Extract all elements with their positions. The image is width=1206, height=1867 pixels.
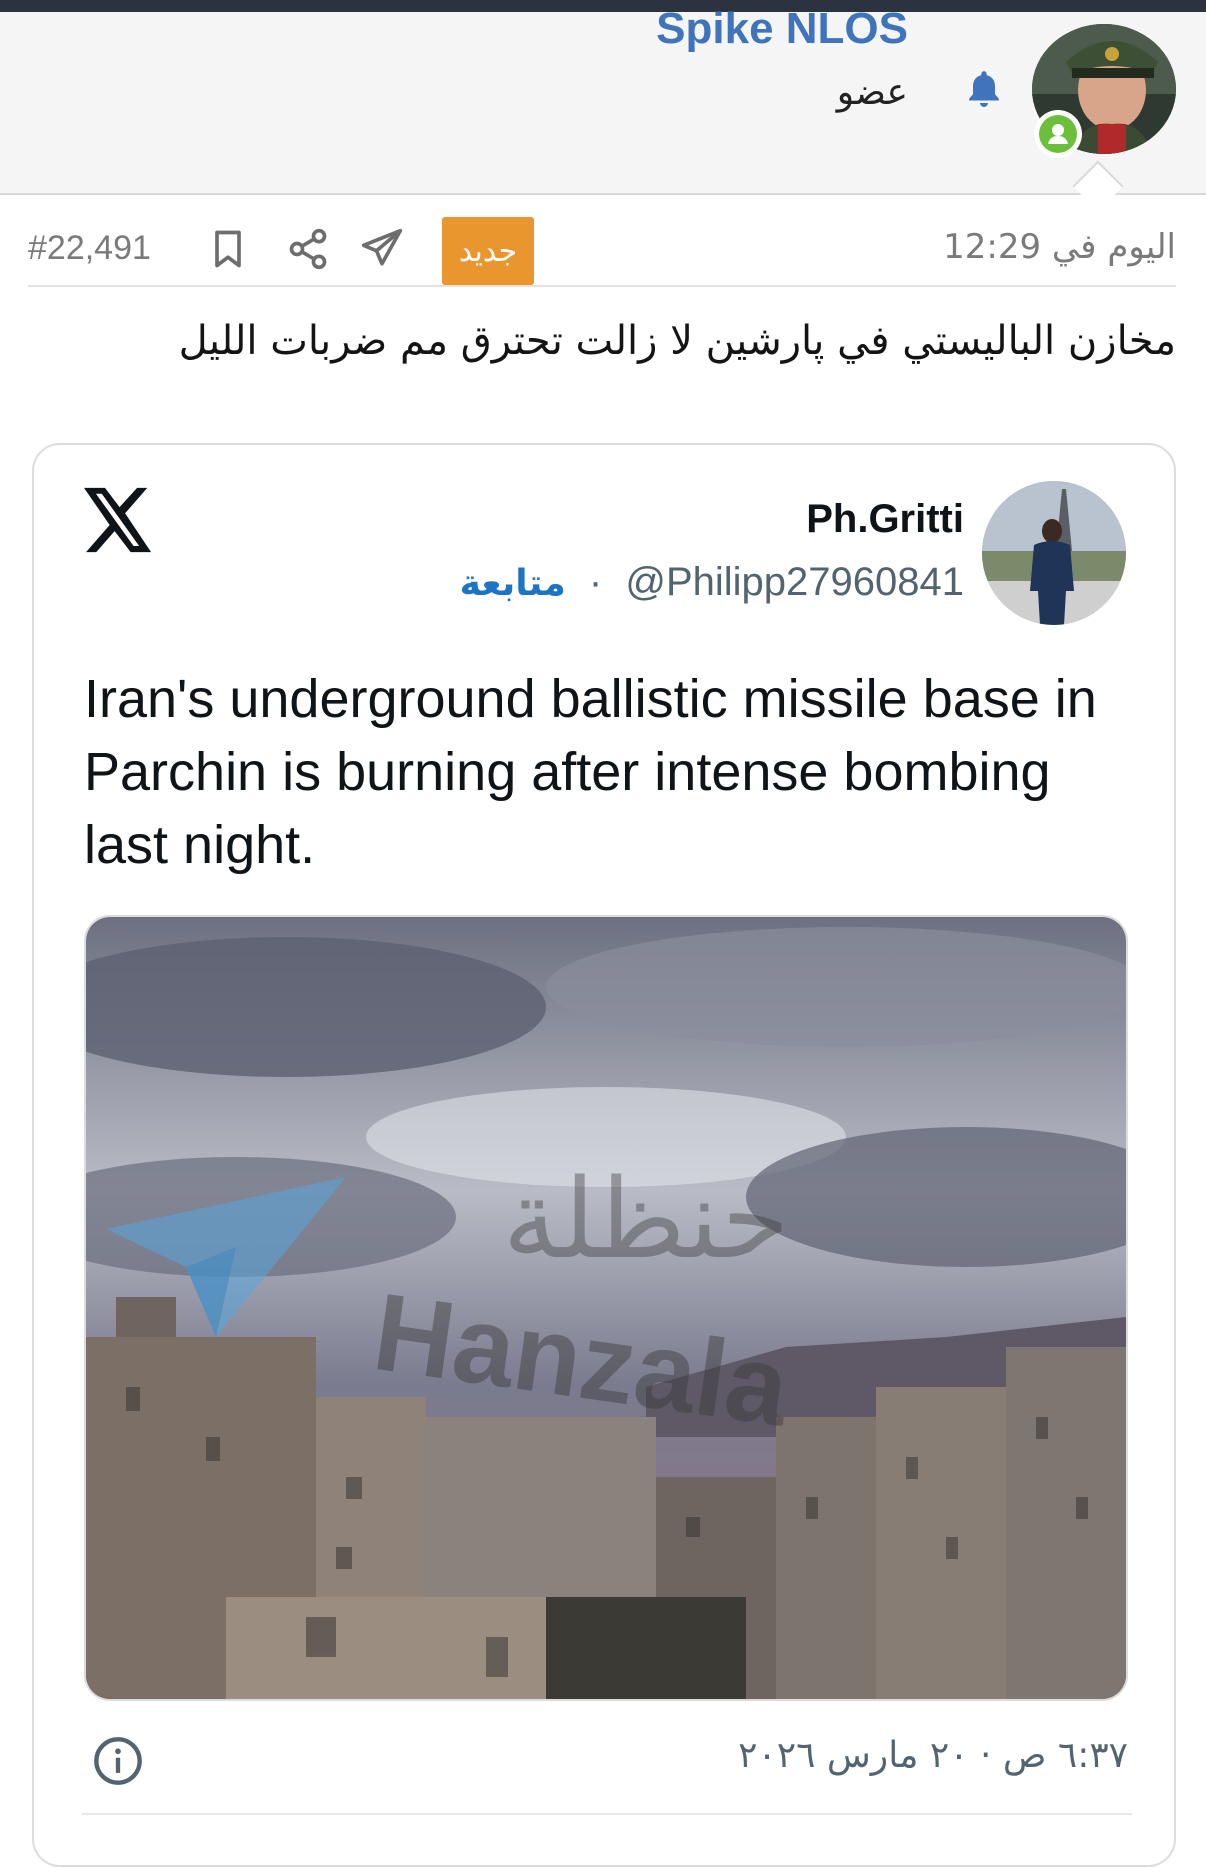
tweet-date[interactable]: ٦:٣٧ ص · ٢٠ مارس ٢٠٢٦ (738, 1735, 1128, 1776)
post-author-header: Spike NLOS عضو (0, 4, 1206, 195)
tweet-handle-row: متابعة · @Philipp27960841 (460, 560, 964, 605)
tweet-author-avatar[interactable] (982, 481, 1126, 625)
watermark-text-arabic: حنظلة (503, 1155, 790, 1283)
bookmark-icon[interactable] (206, 227, 250, 271)
info-icon[interactable] (92, 1735, 144, 1787)
tweet-divider (82, 1813, 1132, 1815)
follow-button[interactable]: متابعة (460, 563, 566, 604)
x-logo-icon[interactable] (84, 487, 154, 553)
post-message: مخازن الباليستي في پارشين لا زالت تحترق … (178, 318, 1176, 364)
send-icon[interactable] (360, 227, 404, 271)
post-timestamp[interactable]: اليوم في 12:29 (943, 227, 1176, 267)
bell-icon[interactable] (964, 68, 1004, 114)
tweet-author-handle[interactable]: @Philipp27960841 (625, 560, 964, 604)
separator-dot: · (588, 560, 603, 604)
user-online-icon (1048, 124, 1068, 144)
author-username[interactable]: Spike NLOS (656, 4, 908, 54)
author-role: عضو (836, 72, 908, 113)
new-badge: جديد (442, 217, 534, 285)
post-meta-row: #22,491 جديد اليوم في 12:29 (28, 215, 1176, 287)
top-status-bar (0, 0, 1206, 12)
tweet-author-name[interactable]: Ph.Gritti (806, 497, 964, 542)
share-icon[interactable] (286, 227, 330, 271)
tweet-media-image[interactable]: Hanzala حنظلة (84, 915, 1128, 1701)
online-status-badge (1034, 110, 1082, 158)
tweet-body: Iran's underground ballistic missile bas… (84, 669, 1097, 875)
post-number[interactable]: #22,491 (28, 229, 151, 268)
embedded-tweet-card[interactable]: Ph.Gritti متابعة · @Philipp27960841 Iran… (32, 443, 1176, 1867)
